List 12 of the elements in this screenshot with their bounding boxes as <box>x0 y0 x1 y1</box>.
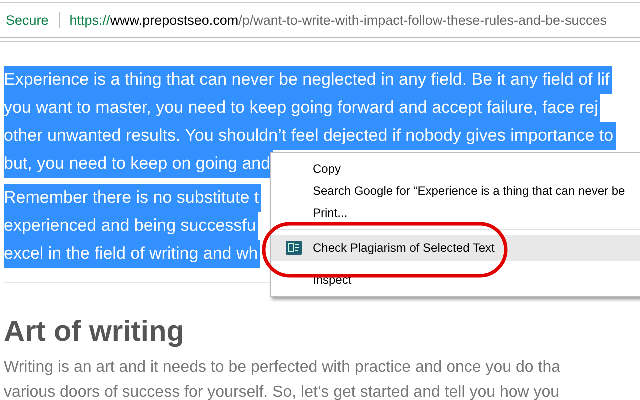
document-check-icon <box>286 241 302 255</box>
security-label: Secure <box>6 12 49 28</box>
menu-item[interactable]: Search Google for “Experience is a thing that can never be <box>271 180 640 202</box>
address-bar[interactable]: Secure https://www.prepostseo.com/p/want-to-write-with-impact-follow-these-rules-and-be-succes <box>0 2 640 38</box>
body-text-line: Writing is an art and it needs to be perfected with practice and once you do tha <box>4 358 562 378</box>
url-text: https://www.prepostseo.com/p/want-to-write-with-impact-follow-these-rules-and-be-succes <box>70 12 607 28</box>
body-text-line: various doors of success for yourself. So, let’s get started and tell you how you <box>4 383 561 400</box>
menu-item[interactable]: Print... <box>271 202 640 224</box>
menu-item[interactable]: Copy <box>271 158 640 180</box>
section-heading: Art of writing <box>4 315 186 349</box>
menu-item[interactable]: Check Plagiarism of Selected Text <box>271 235 640 261</box>
menu-item[interactable]: Inspect <box>271 269 640 291</box>
